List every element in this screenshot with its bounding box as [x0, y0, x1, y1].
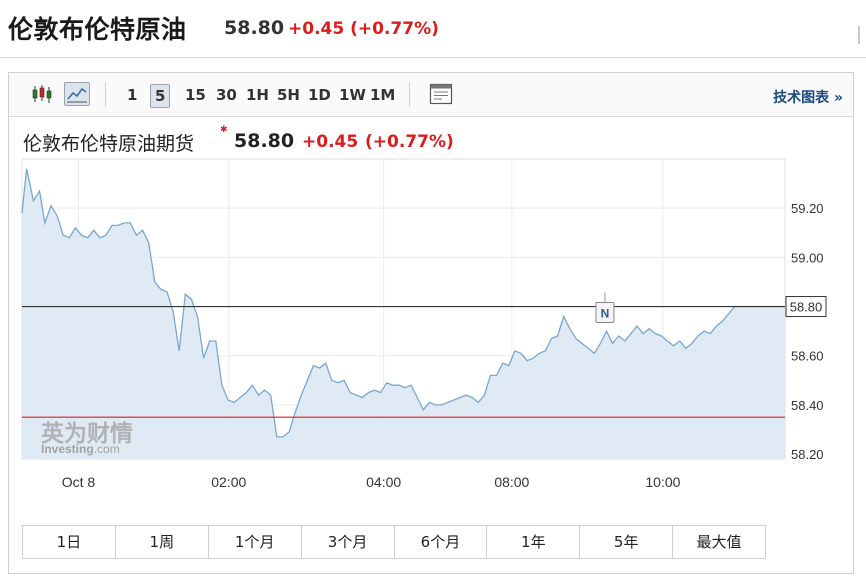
edge-divider — [858, 26, 860, 44]
investing-logo: 英为财情 Investing.com — [41, 420, 133, 456]
watermark-en: Investing — [41, 442, 94, 456]
range-selector: 1日 1周 1个月 3个月 6个月 1年 5年 最大值 — [22, 525, 766, 559]
current-price-value: 58.80 — [790, 300, 823, 315]
current-price-label: 58.80 — [785, 296, 827, 318]
marker-label: N — [601, 307, 610, 321]
range-1w[interactable]: 1周 — [116, 526, 209, 558]
y-axis: 58.20 58.40 58.60 59.00 59.20 — [791, 201, 824, 462]
x-tick-label: Oct 8 — [62, 474, 96, 490]
y-tick-label: 59.00 — [791, 250, 824, 265]
page-header: 伦敦布伦特原油 58.80 +0.45 (+0.77%) — [0, 0, 866, 58]
y-tick-label: 59.20 — [791, 201, 824, 216]
page-title: 伦敦布伦特原油 — [8, 15, 187, 44]
x-axis: Oct 8 02:00 04:00 08:00 10:00 — [62, 474, 681, 490]
y-tick-label: 58.60 — [791, 349, 824, 364]
chart-panel: 1 5 15 30 1H 5H 1D 1W 1M 技术图表 » 伦敦布伦特原油期… — [8, 72, 854, 574]
header-price: 58.80 — [224, 17, 285, 39]
range-3m[interactable]: 3个月 — [302, 526, 395, 558]
x-tick-label: 10:00 — [645, 474, 680, 490]
x-tick-label: 04:00 — [366, 474, 401, 490]
price-chart[interactable]: 英为财情 Investing.com N 58.20 58.40 58.60 59.0… — [9, 73, 853, 523]
watermark-domain: .com — [94, 442, 120, 456]
range-5y[interactable]: 5年 — [580, 526, 674, 558]
y-tick-label: 58.40 — [791, 398, 824, 413]
range-max[interactable]: 最大值 — [673, 526, 765, 558]
y-tick-label: 58.20 — [791, 447, 824, 462]
x-tick-label: 02:00 — [211, 474, 246, 490]
range-6m[interactable]: 6个月 — [395, 526, 488, 558]
range-1y[interactable]: 1年 — [487, 526, 581, 558]
range-1m[interactable]: 1个月 — [209, 526, 302, 558]
header-change: +0.45 (+0.77%) — [288, 19, 439, 39]
x-tick-label: 08:00 — [494, 474, 529, 490]
range-1d[interactable]: 1日 — [23, 526, 116, 558]
svg-text:Investing.com: Investing.com — [41, 442, 120, 456]
